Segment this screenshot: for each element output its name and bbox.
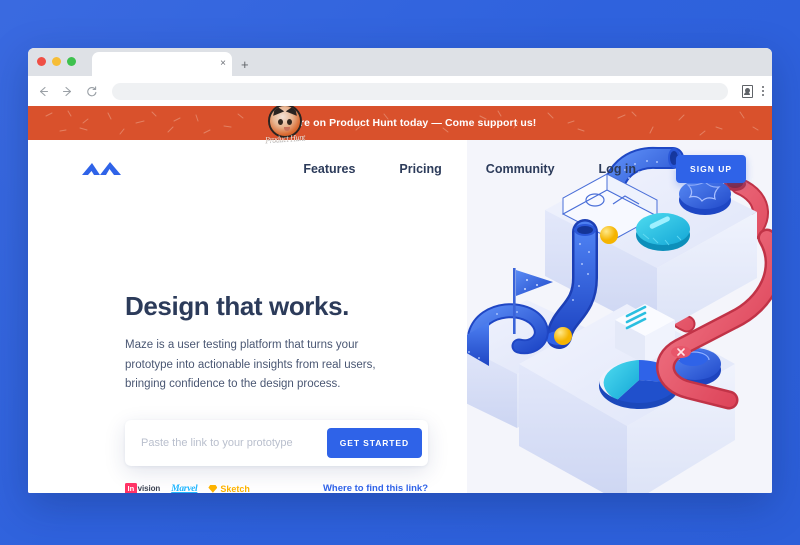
marvel-logo: Marvel [171, 483, 198, 493]
browser-toolbar [28, 76, 772, 106]
close-icon[interactable]: × [220, 59, 226, 69]
hero-paragraph: Maze is a user testing platform that tur… [125, 338, 376, 391]
sketch-wordmark: Sketch [220, 483, 250, 493]
cyan-disc [636, 213, 690, 251]
prototype-link-input[interactable] [141, 437, 327, 450]
nav-link-login[interactable]: Log in [577, 162, 659, 176]
window-close-button[interactable] [37, 57, 46, 66]
cat-ear-left-icon [270, 106, 285, 116]
cat-eye-right-icon [287, 119, 292, 125]
sketch-diamond-icon [208, 484, 218, 493]
sign-up-button[interactable]: SIGN UP [676, 155, 746, 183]
hero-section: Design that works. Maze is a user testin… [125, 291, 455, 493]
invision-mark: In [125, 483, 137, 493]
kebab-menu-icon[interactable] [761, 85, 764, 97]
maze-logo[interactable] [80, 158, 126, 180]
window-traffic-lights [37, 57, 76, 66]
browser-tab[interactable]: × [92, 52, 232, 76]
reload-icon[interactable] [84, 84, 98, 98]
nav-link-features[interactable]: Features [281, 162, 377, 176]
back-arrow-icon[interactable] [36, 84, 50, 98]
window-minimize-button[interactable] [52, 57, 61, 66]
browser-tab-strip: × + [28, 48, 772, 76]
invision-wordmark: vision [137, 484, 161, 493]
toolbar-right-group [741, 84, 764, 98]
prototype-link-form: GET STARTED [125, 420, 428, 467]
yellow-sphere-upper [600, 226, 618, 244]
cat-eye-left-icon [278, 119, 283, 125]
profile-icon[interactable] [741, 84, 753, 98]
browser-window: × + Product Hunt We're on Product Hunt t… [28, 48, 772, 493]
site-navigation: Features Pricing Community Log in SIGN U… [28, 140, 772, 198]
sketch-logo: Sketch [208, 484, 250, 493]
nav-link-community[interactable]: Community [464, 162, 577, 176]
nav-links: Features Pricing Community Log in SIGN U… [281, 155, 746, 183]
supported-tools-row: In vision Marvel Sketch Where to find th… [125, 483, 428, 493]
web-page: Product Hunt We're on Product Hunt today… [28, 106, 772, 493]
yellow-sphere-lower [554, 327, 572, 345]
announcement-bar[interactable]: Product Hunt We're on Product Hunt today… [28, 106, 772, 144]
announcement-text: We're on Product Hunt today — Come suppo… [281, 117, 537, 129]
nav-link-pricing[interactable]: Pricing [377, 162, 463, 176]
where-to-find-link[interactable]: Where to find this link? [323, 483, 428, 493]
cat-ear-right-icon [285, 106, 300, 116]
address-bar[interactable] [112, 82, 728, 100]
cat-nose-icon [284, 127, 290, 131]
window-maximize-button[interactable] [67, 57, 76, 66]
get-started-button[interactable]: GET STARTED [326, 428, 422, 459]
product-hunt-wordmark: Product Hunt [264, 132, 306, 145]
forward-arrow-icon[interactable] [60, 84, 74, 98]
tool-logos: In vision Marvel Sketch [125, 483, 250, 493]
product-hunt-badge[interactable]: Product Hunt [262, 106, 308, 150]
invision-logo: In vision [125, 483, 160, 493]
new-tab-button[interactable]: + [241, 58, 249, 71]
hero-heading: Design that works. [125, 291, 349, 321]
